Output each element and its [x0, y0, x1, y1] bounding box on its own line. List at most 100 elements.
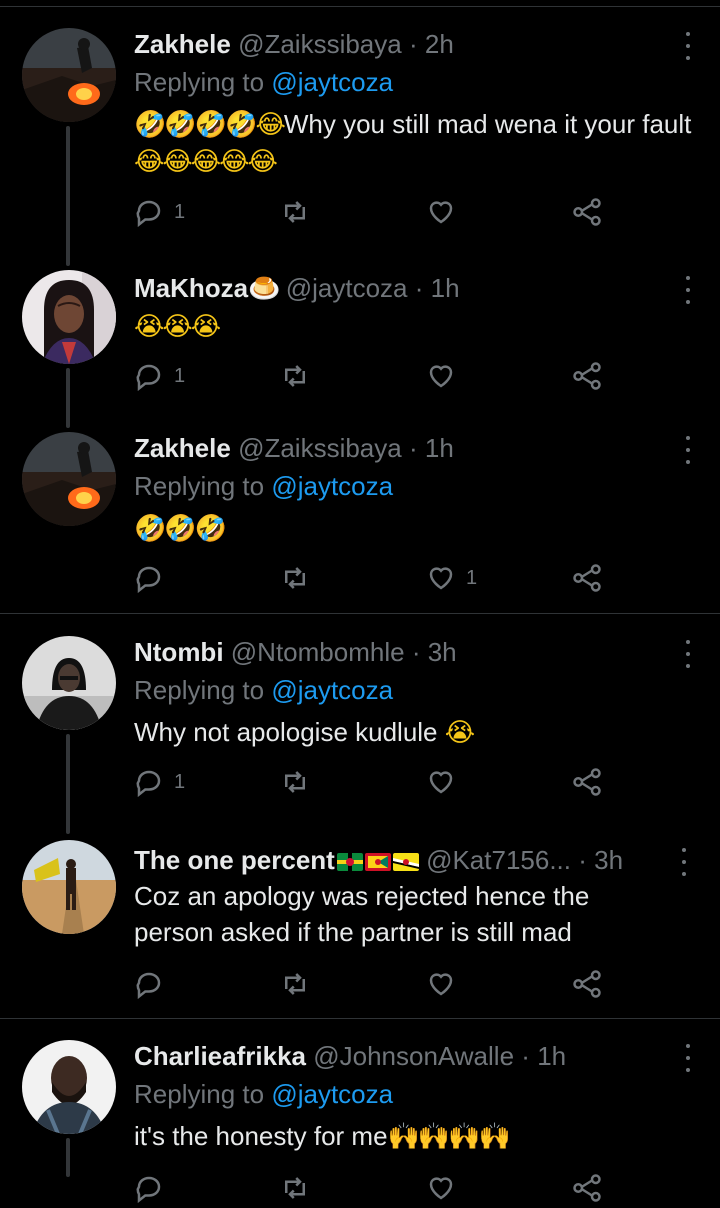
tweet-actions: 1	[0, 762, 720, 802]
user-handle[interactable]: @jaytcoza	[286, 273, 408, 303]
timestamp[interactable]: 3h	[428, 637, 457, 667]
retweet-button[interactable]	[280, 558, 320, 598]
more-icon[interactable]	[682, 32, 694, 60]
replying-to-label: Replying to	[134, 471, 265, 501]
replying-to-link[interactable]: @jaytcoza	[271, 1079, 393, 1109]
display-name[interactable]: Zakhele	[134, 433, 231, 463]
more-icon[interactable]	[678, 848, 690, 876]
reply-button[interactable]	[134, 1168, 164, 1208]
replying-to-link[interactable]: @jaytcoza	[271, 67, 393, 97]
separator-dot: ·	[408, 29, 418, 59]
divider	[0, 613, 720, 614]
reply-button[interactable]	[134, 964, 174, 1004]
share-button[interactable]	[572, 1168, 602, 1208]
reply-button[interactable]: 1	[134, 762, 185, 802]
divider	[0, 1018, 720, 1019]
emoji-group: 😭	[444, 718, 475, 748]
user-handle[interactable]: @JohnsonAwalle	[313, 1041, 514, 1071]
user-handle[interactable]: @Zaikssibaya	[238, 29, 402, 59]
more-icon[interactable]	[682, 276, 694, 304]
like-button[interactable]: 1	[426, 558, 477, 598]
retweet-button[interactable]	[280, 356, 320, 396]
replying-to-link[interactable]: @jaytcoza	[271, 675, 393, 705]
tweet-text-content: Why you still mad wena it your fault	[283, 109, 692, 139]
emoji-group: 🤣🤣🤣🤣😂	[134, 110, 286, 140]
replying-to-label: Replying to	[134, 675, 265, 705]
retweet-icon	[285, 567, 305, 589]
avatar-image	[22, 840, 116, 934]
tweet-text-content: it's the honesty for me	[134, 1121, 388, 1151]
emoji-group: 🙌🙌🙌🙌	[387, 1122, 511, 1152]
share-button[interactable]	[572, 762, 602, 802]
retweet-button[interactable]	[280, 964, 320, 1004]
share-button[interactable]	[572, 964, 602, 1004]
avatar[interactable]	[22, 270, 116, 364]
flag-icon	[364, 853, 391, 872]
display-name[interactable]: The one percent	[134, 845, 335, 875]
timestamp[interactable]: 1h	[431, 273, 460, 303]
share-button[interactable]	[572, 192, 602, 232]
like-button[interactable]	[426, 964, 466, 1004]
display-name[interactable]: MaKhoza	[134, 273, 248, 303]
avatar[interactable]	[22, 636, 116, 730]
flag-icon	[392, 853, 419, 872]
retweet-icon	[285, 201, 305, 223]
reply-button[interactable]	[134, 558, 174, 598]
replying-to: Replying to @jaytcoza	[134, 468, 393, 504]
share-button[interactable]	[572, 558, 602, 598]
retweet-button[interactable]	[280, 762, 320, 802]
emoji-group: 😭😭😭	[134, 312, 221, 342]
user-handle[interactable]: @Ntombomhle	[231, 637, 405, 667]
replying-to-link[interactable]: @jaytcoza	[271, 471, 393, 501]
reply-icon	[136, 972, 161, 999]
timestamp[interactable]: 3h	[594, 845, 623, 875]
timestamp[interactable]: 1h	[537, 1041, 566, 1071]
reply-icon	[136, 1176, 161, 1203]
like-icon	[429, 365, 453, 388]
retweet-button[interactable]	[280, 1168, 310, 1208]
avatar[interactable]	[22, 28, 116, 122]
like-icon	[429, 771, 453, 794]
tweet-actions	[0, 1168, 720, 1208]
retweet-icon	[285, 973, 305, 995]
like-button[interactable]	[426, 356, 466, 396]
avatar-image	[22, 432, 116, 526]
timestamp[interactable]: 2h	[425, 29, 454, 59]
reply-count: 1	[174, 364, 186, 387]
more-icon[interactable]	[682, 640, 694, 668]
tweet-text: 🤣🤣🤣	[134, 510, 696, 547]
tweet-text: Why not apologise kudlule 😭	[134, 714, 696, 751]
share-icon	[573, 362, 601, 390]
like-button[interactable]	[426, 762, 466, 802]
display-name[interactable]: Zakhele	[134, 29, 231, 59]
avatar[interactable]	[22, 1040, 116, 1134]
more-icon[interactable]	[682, 1044, 694, 1072]
share-button[interactable]	[572, 356, 602, 396]
tweet-text-content: Coz an apology was rejected hence the pe…	[134, 881, 590, 947]
share-icon	[573, 1174, 601, 1202]
timestamp[interactable]: 1h	[425, 433, 454, 463]
avatar[interactable]	[22, 432, 116, 526]
avatar-image	[22, 636, 116, 730]
more-icon[interactable]	[682, 436, 694, 464]
tweet-actions	[0, 964, 720, 1004]
reply-icon	[136, 200, 161, 227]
like-button[interactable]	[426, 192, 466, 232]
retweet-button[interactable]	[280, 192, 320, 232]
user-handle[interactable]: @Zaikssibaya	[238, 433, 402, 463]
name-flags	[335, 845, 419, 875]
tweet-header: Ntombi @Ntombomhle · 3h	[134, 634, 670, 670]
avatar[interactable]	[22, 840, 116, 934]
reply-icon	[136, 770, 161, 797]
reply-count: 1	[174, 770, 186, 793]
share-icon	[573, 564, 601, 592]
user-handle[interactable]: @Kat7156...	[426, 845, 571, 875]
like-icon	[429, 567, 453, 590]
display-name[interactable]: Charlieafrikka	[134, 1041, 306, 1071]
tweet-header: Charlieafrikka @JohnsonAwalle · 1h	[134, 1038, 670, 1074]
share-icon	[573, 198, 601, 226]
like-button[interactable]	[426, 1168, 456, 1208]
reply-button[interactable]: 1	[134, 192, 185, 232]
reply-button[interactable]: 1	[134, 356, 185, 396]
display-name[interactable]: Ntombi	[134, 637, 224, 667]
